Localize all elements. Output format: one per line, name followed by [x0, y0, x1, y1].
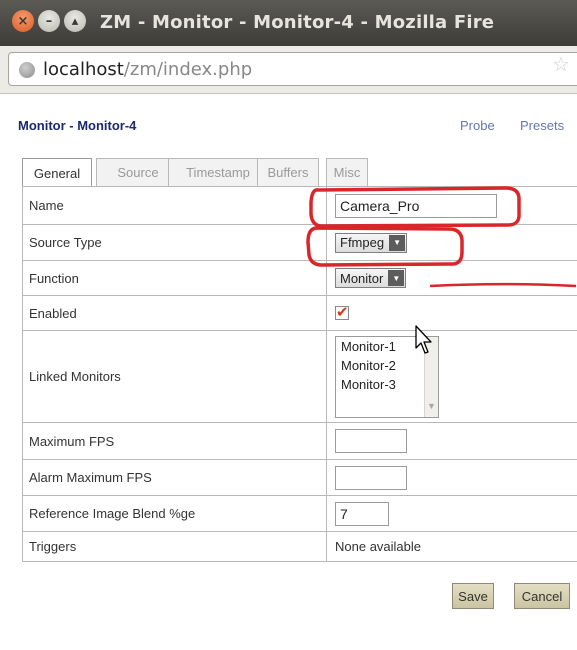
linked-monitors-label: Linked Monitors: [22, 330, 327, 423]
table-row: Reference Image Blend %ge: [22, 495, 577, 532]
max-fps-input[interactable]: [335, 429, 407, 453]
linked-monitor-option[interactable]: Monitor-2: [336, 356, 438, 375]
save-button[interactable]: Save: [452, 583, 494, 609]
name-label: Name: [22, 186, 327, 225]
url-host: localhost: [43, 59, 124, 80]
url-path: /zm/index.php: [123, 59, 253, 80]
max-fps-label: Maximum FPS: [22, 422, 327, 460]
table-row: Maximum FPS: [22, 422, 577, 460]
linked-monitors-cell: Monitor-1 Monitor-2 Monitor-3 ▼: [326, 330, 577, 423]
max-fps-cell: [326, 422, 577, 460]
tab-general[interactable]: General: [22, 158, 92, 187]
tab-buffers[interactable]: Buffers: [257, 158, 319, 186]
linked-monitor-option[interactable]: Monitor-3: [336, 375, 438, 394]
triggers-value: None available: [326, 531, 577, 562]
tab-misc[interactable]: Misc: [326, 158, 368, 186]
alarm-max-fps-input[interactable]: [335, 465, 407, 490]
triggers-label: Triggers: [22, 531, 327, 562]
window-titlebar: × – ▴ ZM - Monitor - Monitor-4 - Mozilla…: [0, 0, 577, 46]
chevron-down-icon: ▼: [427, 400, 436, 411]
table-row: Linked Monitors Monitor-1 Monitor-2 Moni…: [22, 330, 577, 423]
ref-blend-label: Reference Image Blend %ge: [22, 495, 327, 532]
chevron-down-icon: ▼: [388, 270, 405, 286]
url-text: localhost/zm/index.php: [43, 59, 252, 80]
function-cell: Monitor ▼: [326, 260, 577, 296]
function-value: Monitor: [340, 270, 384, 286]
source-type-label: Source Type: [22, 224, 327, 261]
presets-link[interactable]: Presets: [520, 118, 564, 133]
close-icon[interactable]: ×: [12, 10, 34, 32]
source-type-select[interactable]: Ffmpeg ▼: [335, 232, 408, 253]
window-title: ZM - Monitor - Monitor-4 - Mozilla Fire: [100, 12, 495, 33]
table-row: Name: [22, 186, 577, 225]
maximize-icon[interactable]: ▴: [64, 10, 86, 32]
cancel-button[interactable]: Cancel: [514, 583, 570, 609]
tab-timestamp[interactable]: Timestamp: [168, 158, 268, 186]
mouse-pointer-icon: [415, 325, 432, 354]
source-type-cell: Ffmpeg ▼: [326, 224, 577, 261]
enabled-label: Enabled: [22, 295, 327, 331]
chevron-down-icon: ▼: [389, 234, 406, 251]
function-label: Function: [22, 260, 327, 296]
table-row: Function Monitor ▼: [22, 260, 577, 296]
url-bar[interactable]: localhost/zm/index.php: [8, 52, 577, 86]
source-type-value: Ffmpeg: [340, 235, 385, 250]
enabled-checkbox[interactable]: [335, 303, 349, 321]
monitor-settings-table: Name Source Type Ffmpeg ▼ Function Monito…: [22, 186, 577, 562]
minimize-icon[interactable]: –: [38, 10, 60, 32]
globe-icon: [19, 62, 35, 78]
ref-blend-input[interactable]: [335, 501, 389, 526]
table-row: Alarm Maximum FPS: [22, 459, 577, 496]
alarm-max-fps-cell: [326, 459, 577, 496]
page-title: Monitor - Monitor-4: [18, 118, 137, 133]
alarm-max-fps-label: Alarm Maximum FPS: [22, 459, 327, 496]
name-input[interactable]: [335, 193, 497, 218]
function-select[interactable]: Monitor ▼: [335, 268, 407, 288]
table-row: Enabled: [22, 295, 577, 331]
enabled-cell: [326, 295, 577, 331]
probe-link[interactable]: Probe: [460, 118, 495, 133]
name-cell: [326, 186, 577, 225]
navigation-bar: localhost/zm/index.php ☆: [0, 46, 577, 94]
ref-blend-cell: [326, 495, 577, 532]
table-row: Source Type Ffmpeg ▼: [22, 224, 577, 261]
star-icon[interactable]: ☆: [552, 54, 570, 74]
table-row: Triggers None available: [22, 531, 577, 562]
